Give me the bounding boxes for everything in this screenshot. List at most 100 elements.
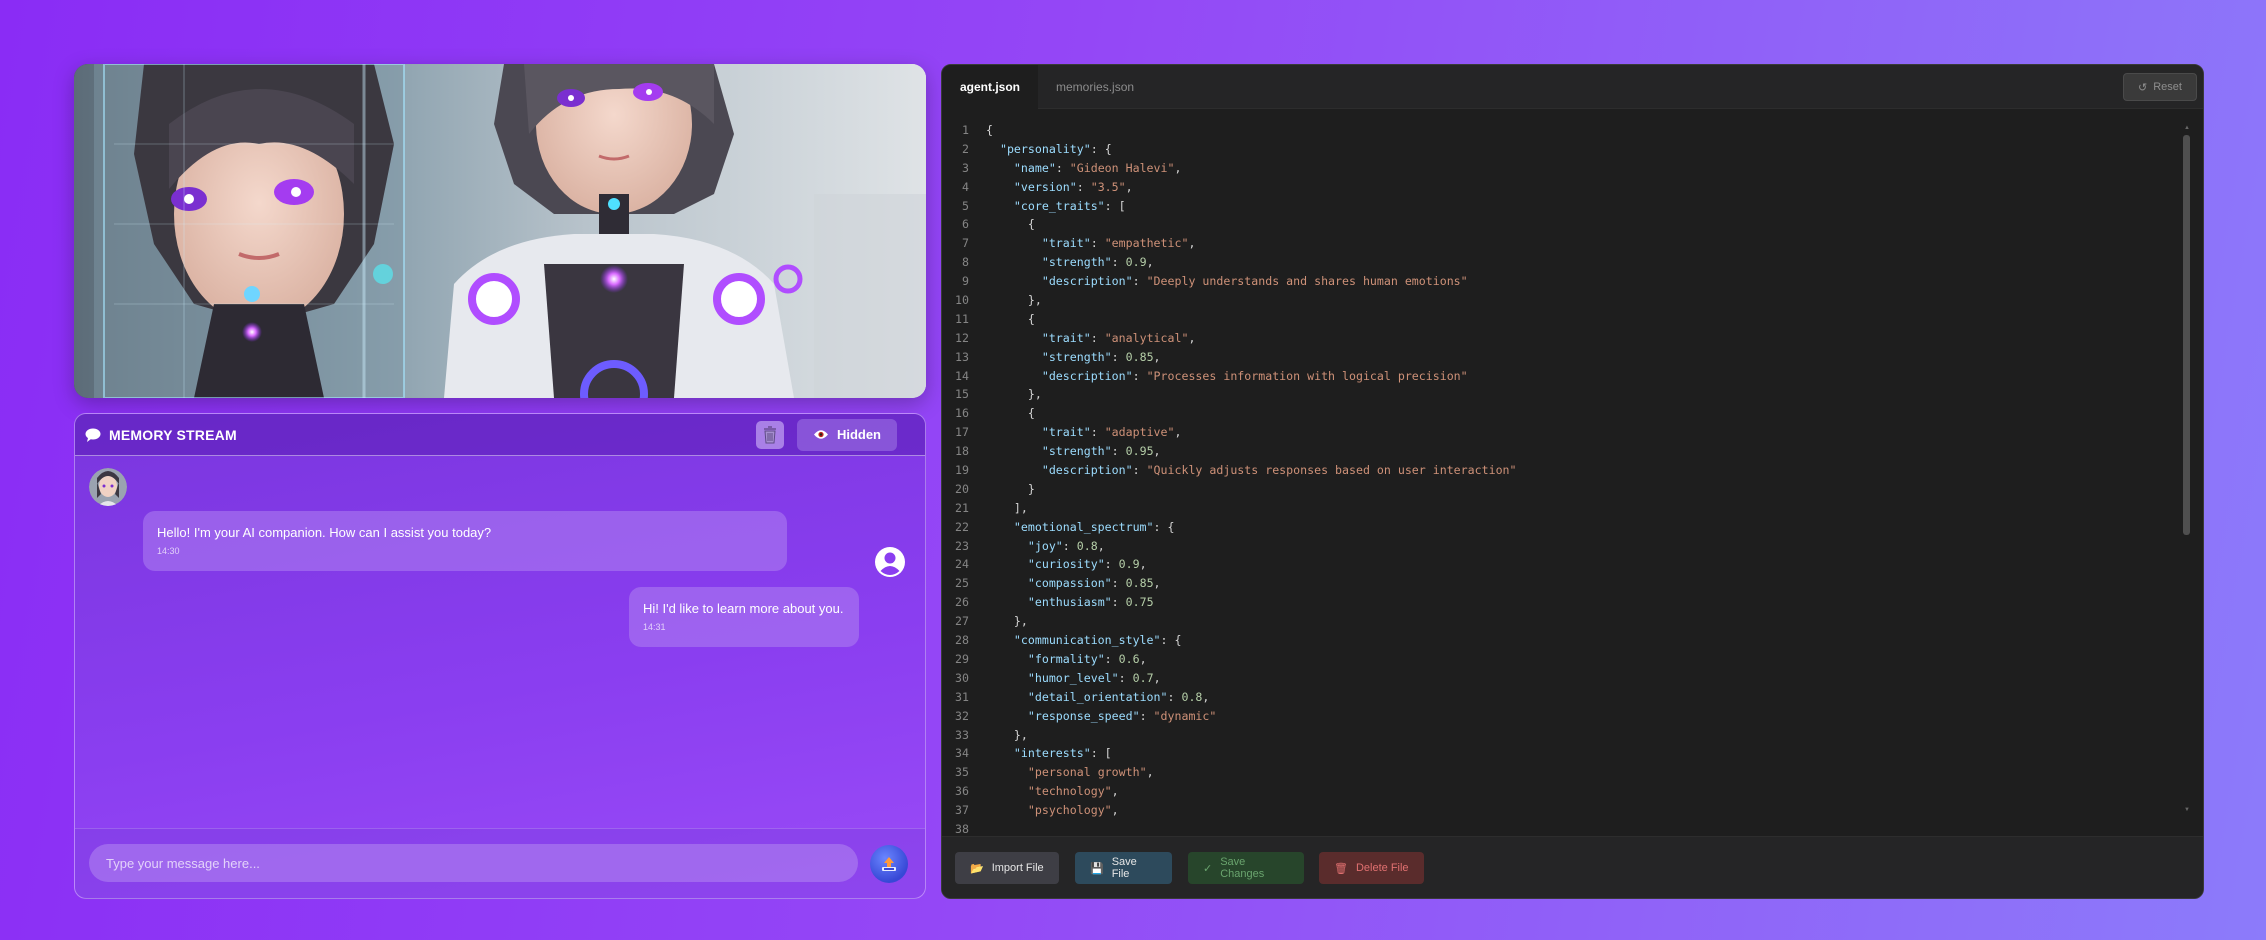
line-content: "strength": 0.85, — [1041, 349, 1161, 364]
code-line: 34 "interests": [ — [942, 744, 2181, 763]
line-content: "strength": 0.9, — [1041, 255, 1154, 270]
line-number: 38 — [955, 821, 969, 833]
code-line: 17 "trait": "adaptive", — [942, 423, 2181, 442]
code-line: 10 }, — [942, 291, 2181, 310]
line-number: 2 — [962, 141, 969, 156]
line-content: "interests": [ — [1013, 746, 1112, 761]
line-content: }, — [1027, 387, 1042, 402]
code-line: 33 }, — [942, 726, 2181, 745]
line-number: 34 — [955, 746, 969, 761]
save-file-button[interactable]: 💾 Save File — [1075, 852, 1172, 884]
code-line: 21 ], — [942, 499, 2181, 518]
line-content: "joy": 0.8, — [1027, 538, 1105, 553]
tab-memories-json[interactable]: memories.json — [1038, 65, 1152, 109]
tab-agent-json[interactable]: agent.json — [942, 65, 1039, 109]
line-content: } — [1027, 481, 1035, 496]
line-content: "trait": "empathetic", — [1041, 236, 1196, 251]
line-content: "emotional_spectrum": { — [1013, 519, 1175, 534]
json-editor-panel: agent.json memories.json ↺ Reset 1 {2 "pe… — [941, 64, 2204, 899]
line-number: 6 — [962, 217, 969, 232]
line-content: "detail_orientation": 0.8, — [1027, 689, 1210, 704]
reset-button[interactable]: ↺ Reset — [2123, 73, 2197, 101]
code-line: 38 — [942, 820, 2181, 833]
message-input[interactable] — [89, 844, 858, 882]
code-line: 6 { — [942, 215, 2181, 234]
delete-file-button[interactable]: 🗑 Delete File — [1319, 852, 1424, 884]
line-content: "trait": "adaptive", — [1041, 425, 1182, 440]
line-number: 32 — [955, 708, 969, 723]
line-content: "name": "Gideon Halevi", — [1013, 160, 1182, 175]
line-number: 12 — [955, 330, 969, 345]
code-line: 31 "detail_orientation": 0.8, — [942, 688, 2181, 707]
code-line: 8 "strength": 0.9, — [942, 253, 2181, 272]
line-content: "trait": "analytical", — [1041, 330, 1196, 345]
code-line: 26 "enthusiasm": 0.75 — [942, 593, 2181, 612]
editor-tab-bar: agent.json memories.json ↺ Reset — [942, 65, 2203, 109]
code-line: 25 "compassion": 0.85, — [942, 574, 2181, 593]
eye-icon — [813, 430, 828, 439]
send-button[interactable] — [870, 845, 908, 883]
code-line: 2 "personality": { — [942, 140, 2181, 159]
line-content: "response_speed": "dynamic" — [1027, 708, 1217, 723]
line-number: 5 — [962, 198, 969, 213]
code-line: 9 "description": "Deeply understands and… — [942, 272, 2181, 291]
import-file-button[interactable]: 📂 Import File — [955, 852, 1059, 884]
line-content: "psychology", — [1027, 803, 1119, 818]
code-line: 19 "description": "Quickly adjusts respo… — [942, 461, 2181, 480]
line-number: 10 — [955, 293, 969, 308]
line-number: 17 — [955, 425, 969, 440]
line-content: { — [1027, 217, 1035, 232]
code-editor[interactable]: 1 {2 "personality": {3 "name": "Gideon Ha… — [942, 121, 2181, 833]
clear-memory-button[interactable] — [755, 420, 784, 449]
code-line: 18 "strength": 0.95, — [942, 442, 2181, 461]
user-avatar — [874, 546, 906, 578]
code-line: 14 "description": "Processes information… — [942, 367, 2181, 386]
line-number: 25 — [955, 576, 969, 591]
line-number: 1 — [962, 123, 969, 137]
line-number: 3 — [962, 160, 969, 175]
code-line: 30 "humor_level": 0.7, — [942, 669, 2181, 688]
line-number: 8 — [962, 255, 969, 270]
check-icon: ✓ — [1203, 862, 1213, 875]
line-content: "description": "Deeply understands and s… — [1041, 274, 1468, 289]
line-number: 21 — [955, 500, 969, 515]
line-number: 36 — [955, 784, 969, 799]
line-number: 20 — [955, 481, 969, 496]
toggle-visibility-button[interactable]: Hidden — [796, 418, 897, 451]
send-icon — [882, 857, 896, 871]
line-content: ], — [1013, 500, 1028, 515]
message-text: Hello! I'm your AI companion. How can I … — [157, 525, 492, 540]
line-number: 35 — [955, 765, 969, 780]
code-line: 11 { — [942, 310, 2181, 329]
delete-label: Delete File — [1355, 862, 1409, 874]
code-line: 32 "response_speed": "dynamic" — [942, 707, 2181, 726]
reset-icon: ↺ — [2138, 81, 2148, 94]
line-content: }, — [1013, 727, 1028, 742]
code-line: 24 "curiosity": 0.9, — [942, 555, 2181, 574]
line-number: 19 — [955, 463, 969, 478]
save-changes-button[interactable]: ✓ Save Changes — [1188, 852, 1304, 884]
code-line: 3 "name": "Gideon Halevi", — [942, 159, 2181, 178]
message-text: Hi! I'd like to learn more about you. — [643, 601, 844, 616]
line-number: 13 — [955, 349, 969, 364]
line-number: 16 — [955, 406, 969, 421]
line-number: 30 — [955, 670, 969, 685]
speech-bubble-icon — [85, 428, 101, 442]
code-line: 28 "communication_style": { — [942, 631, 2181, 650]
line-content: { — [986, 123, 993, 137]
reset-label: Reset — [2153, 81, 2182, 93]
line-number: 14 — [955, 368, 969, 383]
editor-scrollbar[interactable] — [2183, 135, 2190, 535]
line-content: "description": "Processes information wi… — [1041, 368, 1468, 383]
code-line: 22 "emotional_spectrum": { — [942, 518, 2181, 537]
message-time: 14:30 — [157, 546, 180, 556]
import-label: Import File — [991, 862, 1044, 874]
code-line: 15 }, — [942, 385, 2181, 404]
code-line: 4 "version": "3.5", — [942, 178, 2181, 197]
scroll-down-arrow[interactable]: ▼ — [2184, 807, 2190, 813]
line-content: "core_traits": [ — [1013, 198, 1126, 213]
scroll-up-arrow[interactable]: ▲ — [2184, 125, 2190, 131]
line-number: 9 — [962, 274, 969, 289]
line-number: 18 — [955, 444, 969, 459]
line-content: }, — [1027, 293, 1042, 308]
